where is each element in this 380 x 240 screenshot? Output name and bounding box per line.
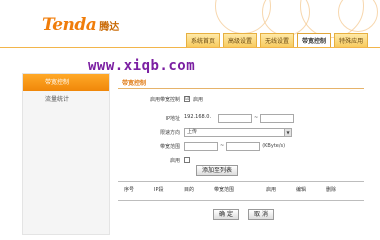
tab-advanced-settings[interactable]: 高级设置: [223, 33, 258, 48]
page-title: 带宽控制: [122, 80, 147, 87]
cancel-button[interactable]: 取 消: [248, 209, 274, 220]
title-divider: [118, 88, 364, 89]
ip-address-label: IP地址: [165, 115, 181, 122]
table-header-destination: 目的: [184, 187, 195, 193]
ip-range-separator: ~: [254, 115, 259, 121]
direction-label: 限速方向: [159, 129, 180, 136]
watermark-text: www.xiqb.com: [88, 58, 196, 74]
bandwidth-min-input[interactable]: [184, 141, 218, 151]
direction-select[interactable]: 上传 ▼: [184, 127, 292, 137]
add-button-row: 添加至列表: [196, 164, 238, 176]
tab-wireless-settings[interactable]: 无线设置: [260, 33, 295, 48]
direction-row: 限速方向 上传 ▼: [120, 127, 292, 137]
sidebar-item-bandwidth-control[interactable]: 带宽控制: [23, 74, 109, 91]
ip-prefix-text: 192.168.0.: [184, 113, 218, 123]
sidebar-item-traffic-statistics[interactable]: 流量统计: [23, 91, 109, 108]
header-divider: [0, 47, 380, 48]
ip-end-input[interactable]: [260, 113, 295, 123]
bandwidth-max-input[interactable]: [226, 141, 261, 151]
table-header-ip-range: IP段: [154, 187, 164, 193]
decoration-circle: [338, 0, 378, 32]
ip-address-row: IP地址 192.168.0. ~: [120, 113, 295, 123]
table-header-bandwidth-range: 带宽范围: [214, 187, 235, 193]
tab-bandwidth-control[interactable]: 带宽控制: [297, 33, 332, 48]
table-header-index: 序号: [124, 187, 135, 193]
tab-system-home[interactable]: 系统首页: [186, 33, 221, 48]
bandwidth-unit: (KByte/s): [262, 143, 286, 149]
logo-chinese-text: 腾达: [99, 22, 120, 33]
sidebar: 带宽控制 流量统计: [22, 73, 110, 235]
add-to-list-button[interactable]: 添加至列表: [196, 164, 238, 176]
rule-enable-label: 启用: [169, 157, 180, 164]
bandwidth-range-label: 带宽范围: [159, 143, 180, 150]
top-nav-tabs: 系统首页 高级设置 无线设置 带宽控制 特殊应用: [186, 33, 369, 48]
bandwidth-range-separator: ~: [220, 143, 225, 149]
rule-enable-checkbox[interactable]: [184, 157, 190, 163]
logo-text: Tenda: [42, 15, 97, 35]
tab-special-applications[interactable]: 特殊应用: [334, 33, 369, 48]
enable-bandwidth-row: 启用带宽控制 ☑ 启用: [120, 94, 203, 104]
table-header-delete: 删除: [326, 187, 337, 193]
rules-table-header: 序号 IP段 目的 带宽范围 启用 编辑 删除: [118, 181, 364, 201]
header: Tenda 腾达 系统首页 高级设置 无线设置 带宽控制 特殊应用: [0, 0, 380, 48]
tenda-logo: Tenda 腾达: [42, 15, 119, 35]
chevron-down-icon[interactable]: ▼: [284, 128, 291, 136]
bandwidth-range-row: 带宽范围 ~ (KByte/s): [120, 141, 287, 151]
ip-start-input[interactable]: [218, 113, 252, 123]
table-header-edit: 编辑: [296, 187, 307, 193]
enable-bandwidth-label: 启用带宽控制: [149, 96, 180, 103]
direction-select-value: 上传: [187, 128, 198, 135]
table-header-enabled: 启用: [266, 187, 277, 193]
enable-bandwidth-text: 启用: [193, 96, 204, 103]
confirm-button[interactable]: 确 定: [213, 209, 239, 220]
rule-enable-row: 启用: [120, 155, 193, 165]
enable-bandwidth-checkbox[interactable]: ☑: [184, 96, 190, 102]
